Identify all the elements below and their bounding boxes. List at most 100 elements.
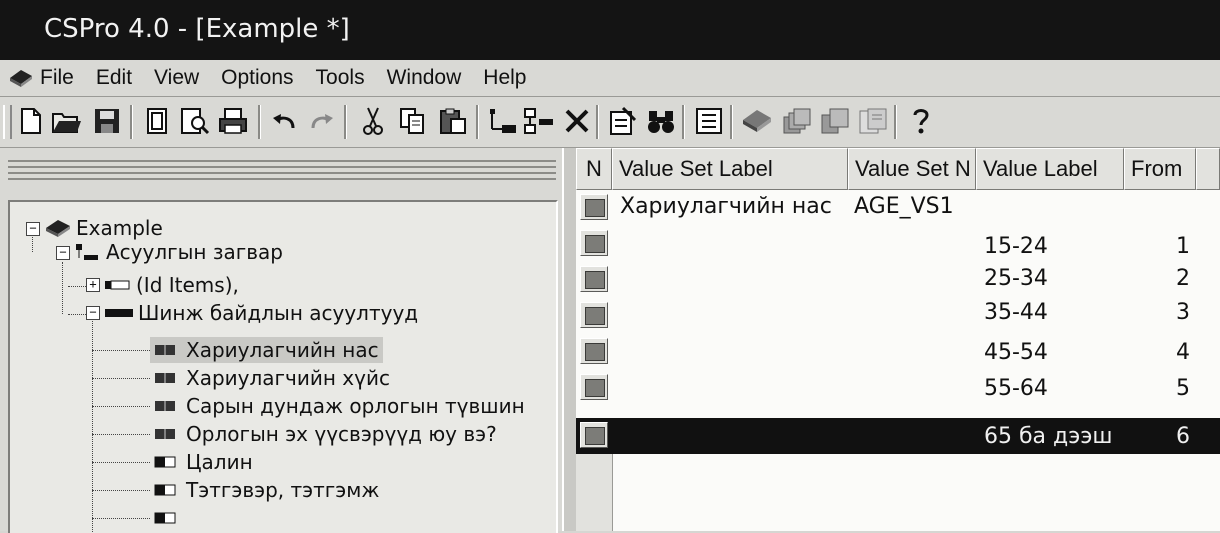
- record-icon: [105, 309, 133, 317]
- tree-item-monthly-income-level[interactable]: Сарын дундаж орлогын түвшин: [154, 393, 525, 419]
- page-icon[interactable]: [140, 103, 174, 139]
- grid-row-selected[interactable]: 65 ба дээш 6: [576, 418, 1220, 454]
- cell-from[interactable]: 3: [1150, 300, 1190, 325]
- undo-icon[interactable]: [268, 103, 302, 139]
- row-header[interactable]: [580, 338, 608, 364]
- delete-icon[interactable]: [560, 103, 594, 139]
- tree-line: [92, 350, 150, 351]
- redo-icon[interactable]: [304, 103, 338, 139]
- column-header-value-set-label[interactable]: Value Set Label: [612, 148, 848, 190]
- grid-row[interactable]: Хариулагчийн нас AGE_VS1: [576, 190, 1220, 226]
- cell-value-label[interactable]: 35-44: [984, 300, 1048, 325]
- tree-node-label: Хариулагчийн хүйс: [186, 366, 390, 390]
- toolbar-grip[interactable]: [3, 105, 12, 139]
- print-preview-icon[interactable]: [178, 103, 212, 139]
- tree-line: [92, 490, 150, 491]
- cell-value-label[interactable]: 45-54: [984, 340, 1048, 365]
- dictionary-icon[interactable]: [740, 103, 774, 139]
- grid-row[interactable]: 25-34 2: [576, 262, 1220, 298]
- add-item-icon[interactable]: [486, 103, 520, 139]
- toolbar: [0, 97, 1220, 148]
- tree-node-level[interactable]: Асуулгын загвар: [74, 239, 283, 265]
- menu-edit[interactable]: Edit: [96, 66, 132, 90]
- print-icon[interactable]: [216, 103, 250, 139]
- insert-item-icon[interactable]: [522, 103, 556, 139]
- row-header[interactable]: [580, 230, 608, 256]
- copy-icon[interactable]: [396, 103, 430, 139]
- cell-from[interactable]: 5: [1150, 376, 1190, 401]
- cell-value-set-name[interactable]: AGE_VS1: [854, 194, 954, 219]
- column-header-value-label[interactable]: Value Label: [976, 148, 1124, 190]
- cell-value-label[interactable]: 25-34: [984, 266, 1048, 291]
- grid-row[interactable]: 15-24 1: [576, 226, 1220, 262]
- row-header[interactable]: [580, 194, 608, 220]
- menu-file[interactable]: File: [40, 66, 74, 90]
- cell-from[interactable]: 1: [1150, 234, 1190, 259]
- tree-item-salary[interactable]: Цалин: [154, 449, 253, 475]
- cell-from[interactable]: 6: [1150, 424, 1190, 449]
- dictionary-tree: − Example − Асуулгын загвар + (Id Items)…: [8, 200, 558, 533]
- tree-item-respondent-age[interactable]: Хариулагчийн нас: [150, 337, 383, 363]
- cascade-icon[interactable]: [780, 103, 814, 139]
- toolbar-separator: [894, 105, 897, 139]
- app-book-icon[interactable]: [8, 68, 34, 88]
- toolbar-separator: [130, 105, 133, 139]
- tree-line: [92, 518, 150, 519]
- grid-row[interactable]: 45-54 4: [576, 334, 1220, 370]
- window-title: CSPro 4.0 - [Example *]: [44, 14, 350, 44]
- row-header[interactable]: [580, 302, 608, 328]
- menu-tools[interactable]: Tools: [316, 66, 365, 90]
- collapse-record-toggle[interactable]: −: [86, 306, 100, 320]
- dictionary-book-icon: [46, 220, 70, 237]
- tree-node-record[interactable]: Шинж байдлын асуултууд: [104, 300, 418, 326]
- tree-item-cut-off[interactable]: [154, 505, 176, 531]
- row-header[interactable]: [580, 266, 608, 292]
- tree-node-example[interactable]: Example: [44, 215, 163, 241]
- cell-from[interactable]: 4: [1150, 340, 1190, 365]
- menu-help[interactable]: Help: [483, 66, 526, 90]
- column-header-value-set-name[interactable]: Value Set N: [848, 148, 976, 190]
- cell-value-label[interactable]: 65 ба дээш: [984, 424, 1113, 449]
- cell-from[interactable]: 2: [1150, 266, 1190, 291]
- column-header-from[interactable]: From: [1124, 148, 1196, 190]
- row-header[interactable]: [580, 374, 608, 400]
- collapse-root-toggle[interactable]: −: [26, 222, 40, 236]
- title-bar: CSPro 4.0 - [Example *]: [0, 0, 1220, 60]
- menu-window[interactable]: Window: [387, 66, 462, 90]
- tree-item-respondent-sex[interactable]: Хариулагчийн хүйс: [154, 365, 390, 391]
- item-icon: [155, 401, 175, 411]
- expand-id-items-toggle[interactable]: +: [86, 278, 100, 292]
- new-file-icon[interactable]: [14, 103, 48, 139]
- column-header-n[interactable]: N: [576, 148, 612, 190]
- cell-value-label[interactable]: 15-24: [984, 234, 1048, 259]
- dictionary-tree-pane: − Example − Асуулгын загвар + (Id Items)…: [0, 148, 562, 533]
- open-folder-icon[interactable]: [50, 103, 84, 139]
- record-icon: [105, 280, 130, 290]
- tree-node-id-items[interactable]: (Id Items),: [104, 272, 239, 298]
- menu-options[interactable]: Options: [221, 66, 293, 90]
- edit-properties-icon[interactable]: [606, 103, 640, 139]
- collapse-level-toggle[interactable]: −: [56, 246, 70, 260]
- tree-item-pension-benefits[interactable]: Тэтгэвэр, тэтгэмж: [154, 477, 379, 503]
- save-icon[interactable]: [90, 103, 124, 139]
- menu-view[interactable]: View: [154, 66, 199, 90]
- help-icon[interactable]: [904, 103, 938, 139]
- find-binoculars-icon[interactable]: [644, 103, 678, 139]
- grid-row[interactable]: 55-64 5: [576, 370, 1220, 406]
- grid-row[interactable]: 35-44 3: [576, 298, 1220, 334]
- cut-icon[interactable]: [356, 103, 390, 139]
- tree-line: [62, 262, 63, 314]
- toolbar-separator: [476, 105, 479, 139]
- paste-icon[interactable]: [436, 103, 470, 139]
- tree-item-income-sources[interactable]: Орлогын эх үүсвэрүүд юу вэ?: [154, 421, 497, 447]
- item-icon: [155, 373, 175, 383]
- cell-value-set-label[interactable]: Хариулагчийн нас: [620, 194, 832, 219]
- tile-icon[interactable]: [818, 103, 852, 139]
- cell-value-label[interactable]: 55-64: [984, 376, 1048, 401]
- pane-title-stripes[interactable]: [8, 156, 556, 182]
- item-icon: [155, 345, 175, 355]
- layout-icon[interactable]: [692, 103, 726, 139]
- window-list-icon[interactable]: [856, 103, 890, 139]
- row-header[interactable]: [580, 422, 608, 448]
- tree-line: [92, 462, 150, 463]
